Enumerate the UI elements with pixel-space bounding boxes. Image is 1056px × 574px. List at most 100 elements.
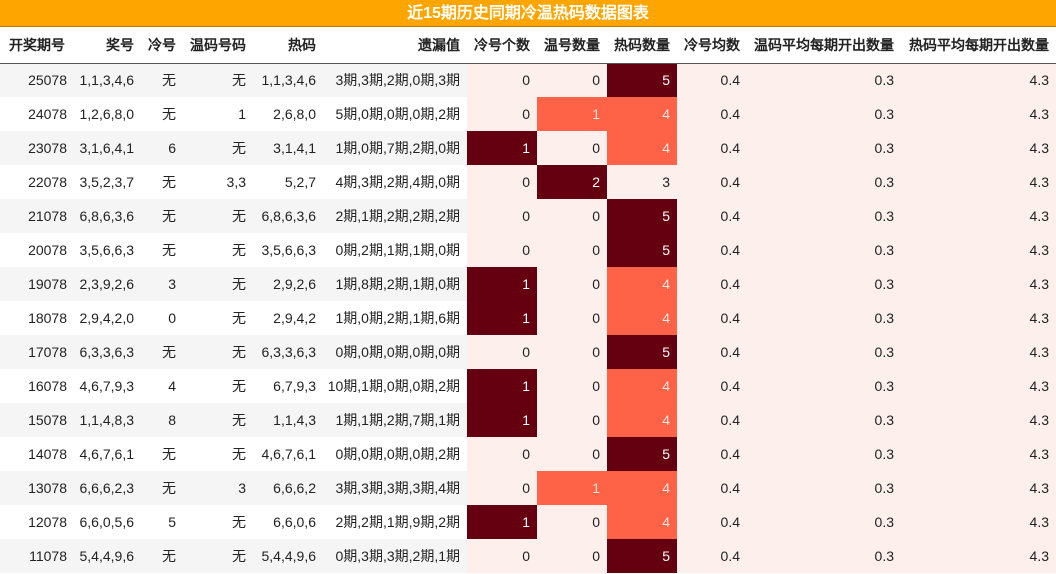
column-header: 热码: [253, 27, 323, 64]
table-cell: 4.3: [901, 63, 1056, 97]
table-cell: 0.4: [677, 335, 747, 369]
table-cell: 12078: [0, 505, 74, 539]
table-cell: 0: [537, 539, 607, 573]
table-cell: 2期,1期,2期,2期,2期: [323, 199, 467, 233]
table-cell: 1: [467, 267, 537, 301]
table-cell: 10期,1期,0期,0期,2期: [323, 369, 467, 403]
table-cell: 1: [467, 403, 537, 437]
table-cell: 3,5,2,3,7: [74, 165, 141, 199]
table-body: 25078 1,1,3,4,6 无无 1,1,3,4,6 3期,3期,2期,0期,3期 0…: [0, 63, 1056, 573]
table-cell: 4: [141, 369, 183, 403]
table-cell: 0: [467, 63, 537, 97]
table-cell: 3,5,6,6,3: [74, 233, 141, 267]
header-row: 开奖期号 奖号 冷号 温码号码 热码 遗漏值 冷号个数 温号数量 热码数量 冷号均数 温码平均每期开…: [0, 27, 1056, 64]
table-cell: 1期,0期,7期,2期,0期: [323, 131, 467, 165]
table-cell: 无: [141, 539, 183, 573]
table-cell: 无: [183, 505, 253, 539]
table-cell: 3: [607, 165, 677, 199]
table-cell: 4.3: [901, 335, 1056, 369]
column-header: 开奖期号: [0, 27, 74, 64]
table-cell: 无: [183, 63, 253, 97]
table-cell: 3,3: [183, 165, 253, 199]
table-cell: 1: [467, 369, 537, 403]
table-cell: 0: [467, 165, 537, 199]
table-cell: 4: [607, 403, 677, 437]
table-cell: 5: [607, 437, 677, 471]
table-cell: 6,8,6,3,6: [74, 199, 141, 233]
table-cell: 4.3: [901, 505, 1056, 539]
column-header: 冷号个数: [467, 27, 537, 64]
table-row: 24078 1,2,6,8,0 无 1 2,6,8,0 5期,0期,0期,0期,2期 0 1 4…: [0, 97, 1056, 131]
table-cell: 2,6,8,0: [253, 97, 323, 131]
table-cell: 3期,3期,3期,3期,4期: [323, 471, 467, 505]
table-cell: 4.3: [901, 539, 1056, 573]
table-cell: 0: [467, 199, 537, 233]
table-cell: 4.3: [901, 131, 1056, 165]
table-cell: 6,3,3,6,3: [74, 335, 141, 369]
table-cell: 0.3: [747, 199, 901, 233]
table-cell: 8: [141, 403, 183, 437]
table-cell: 4,6,7,9,3: [74, 369, 141, 403]
table-cell: 0: [467, 335, 537, 369]
table-cell: 0期,2期,1期,1期,0期: [323, 233, 467, 267]
table-cell: 0: [537, 63, 607, 97]
table-cell: 0.4: [677, 165, 747, 199]
table-cell: 无: [141, 97, 183, 131]
table-cell: 4: [607, 131, 677, 165]
table-cell: 无: [141, 165, 183, 199]
table-cell: 3,1,4,1: [253, 131, 323, 165]
table-cell: 2期,2期,1期,9期,2期: [323, 505, 467, 539]
table-cell: 0: [537, 267, 607, 301]
table-cell: 1,1,4,8,3: [74, 403, 141, 437]
table-cell: 6,8,6,3,6: [253, 199, 323, 233]
table-cell: 6,6,0,6: [253, 505, 323, 539]
table-cell: 4: [607, 471, 677, 505]
table-cell: 4: [607, 97, 677, 131]
table-cell: 1,1,4,3: [253, 403, 323, 437]
table-cell: 0.4: [677, 505, 747, 539]
table-cell: 0: [537, 335, 607, 369]
column-header: 冷号: [141, 27, 183, 64]
table-cell: 5: [607, 335, 677, 369]
table-cell: 无: [183, 267, 253, 301]
table-cell: 4.3: [901, 437, 1056, 471]
table-cell: 22078: [0, 165, 74, 199]
table-cell: 3: [141, 267, 183, 301]
table-cell: 5,4,4,9,6: [74, 539, 141, 573]
table-cell: 无: [183, 539, 253, 573]
table-cell: 0: [141, 301, 183, 335]
table-cell: 4.3: [901, 199, 1056, 233]
table-row: 23078 3,1,6,4,1 6 无 3,1,4,1 1期,0期,7期,2期,0期 1 0 4…: [0, 131, 1056, 165]
table-cell: 0: [537, 403, 607, 437]
table-cell: 0: [537, 505, 607, 539]
table-cell: 0.3: [747, 403, 901, 437]
table-cell: 0.4: [677, 437, 747, 471]
table-cell: 无: [183, 131, 253, 165]
table-cell: 无: [183, 233, 253, 267]
table-cell: 0.4: [677, 301, 747, 335]
table-cell: 0.4: [677, 369, 747, 403]
table-cell: 0: [537, 233, 607, 267]
column-header: 冷号均数: [677, 27, 747, 64]
table-cell: 5,2,7: [253, 165, 323, 199]
table-cell: 6,6,6,2,3: [74, 471, 141, 505]
table-cell: 无: [141, 199, 183, 233]
table-cell: 5: [607, 199, 677, 233]
table-row: 19078 2,3,9,2,6 3 无 2,9,2,6 1期,8期,2期,1期,0期 1 0 4…: [0, 267, 1056, 301]
table-cell: 0.3: [747, 63, 901, 97]
column-header: 奖号: [74, 27, 141, 64]
table-cell: 0: [467, 471, 537, 505]
table-cell: 无: [183, 403, 253, 437]
table-row: 22078 3,5,2,3,7 无 3,3 5,2,7 4期,3期,2期,4期,0期 0 2 3…: [0, 165, 1056, 199]
table-cell: 18078: [0, 301, 74, 335]
table-cell: 0: [537, 437, 607, 471]
table-cell: 0: [467, 97, 537, 131]
table-cell: 5期,0期,0期,0期,2期: [323, 97, 467, 131]
table-cell: 0.4: [677, 233, 747, 267]
table-row: 12078 6,6,0,5,6 5 无 6,6,0,6 2期,2期,1期,9期,2期 1 0 4…: [0, 505, 1056, 539]
table-cell: 4.3: [901, 369, 1056, 403]
table-cell: 5,4,4,9,6: [253, 539, 323, 573]
table-cell: 无: [141, 335, 183, 369]
table-cell: 1,1,3,4,6: [253, 63, 323, 97]
table-cell: 0.4: [677, 199, 747, 233]
